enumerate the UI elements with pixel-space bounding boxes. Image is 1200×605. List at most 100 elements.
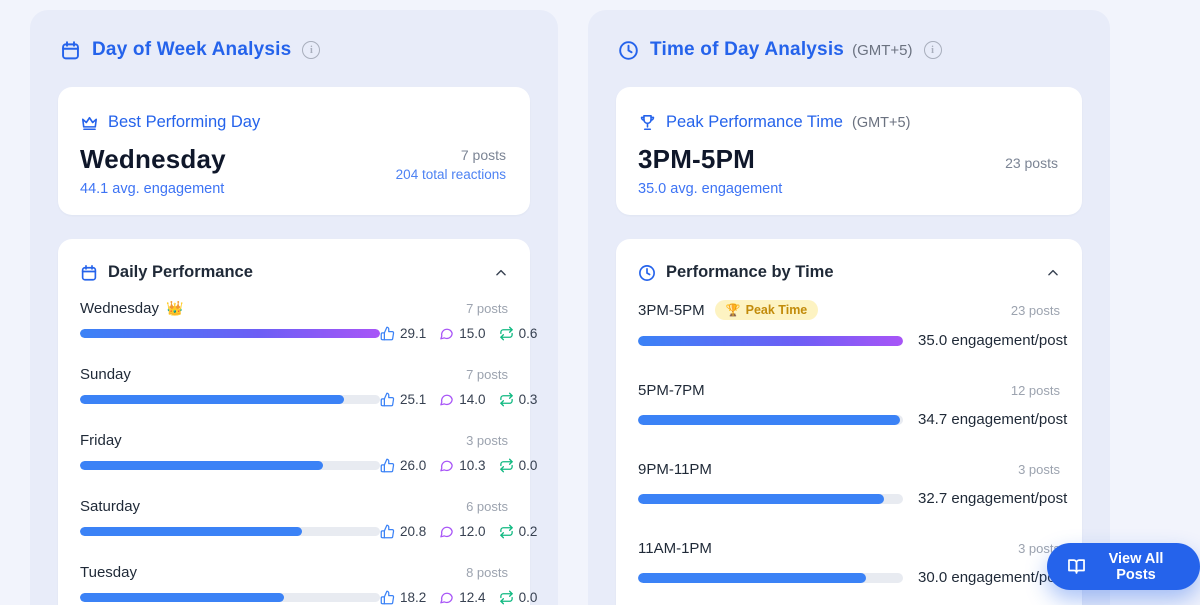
likes-stat: 26.0 <box>380 458 426 473</box>
time-performance-row: 5PM-7PM 12 posts 34.7 engagement/post <box>638 382 1067 428</box>
peak-time-posts: 23 posts <box>1005 155 1058 171</box>
section-title-performance-by-time: Performance by Time <box>666 263 834 281</box>
engagement-bar-track <box>80 329 380 338</box>
reposts-value: 0.3 <box>518 392 538 407</box>
comments-value: 12.0 <box>459 524 486 539</box>
reposts-stat: 0.6 <box>499 326 538 341</box>
time-label: 5PM-7PM <box>638 382 705 399</box>
panel-title: Time of Day Analysis <box>650 39 845 60</box>
repost-icon <box>499 524 514 539</box>
book-icon <box>1067 557 1086 576</box>
comments-stat: 12.4 <box>439 590 486 605</box>
comment-icon <box>439 458 454 473</box>
section-title-daily-performance: Daily Performance <box>108 263 253 281</box>
post-count: 6 posts <box>466 499 508 514</box>
day-label: Friday <box>80 432 122 449</box>
best-day-card: Best Performing Day Wednesday 44.1 avg. … <box>58 87 530 215</box>
timezone-label: (GMT+5) <box>852 41 913 59</box>
likes-value: 25.1 <box>400 392 427 407</box>
repost-icon <box>499 392 514 407</box>
thumbs-up-icon <box>380 590 395 605</box>
engagement-per-post: 34.7 engagement/post <box>918 411 1068 428</box>
view-all-posts-button[interactable]: View All Posts <box>1047 543 1200 590</box>
engagement-per-post: 35.0 engagement/post <box>918 332 1068 349</box>
likes-stat: 20.8 <box>380 524 426 539</box>
day-label: Saturday <box>80 498 141 515</box>
calendar-icon <box>60 40 81 61</box>
engagement-bar-track <box>638 572 903 583</box>
post-count: 8 posts <box>466 565 508 580</box>
info-icon[interactable]: i <box>923 41 942 59</box>
engagement-bar-track <box>80 461 380 470</box>
comments-value: 14.0 <box>459 392 486 407</box>
chevron-up-icon[interactable] <box>494 266 508 280</box>
best-day-posts: 7 posts <box>460 147 506 163</box>
thumbs-up-icon <box>380 524 395 539</box>
day-rows-list: Wednesday 👑 7 posts 29.1 15.0 0.6 Sunday… <box>80 300 537 605</box>
day-label: Sunday <box>80 366 131 383</box>
reposts-stat: 0.3 <box>499 392 538 407</box>
comments-stat: 12.0 <box>439 524 486 539</box>
comments-value: 12.4 <box>459 590 486 605</box>
time-performance-row: 3PM-5PM 🏆 Peak Time 23 posts 35.0 engage… <box>638 300 1067 349</box>
engagement-bar-track <box>638 335 903 346</box>
time-performance-row: 11AM-1PM 3 posts 30.0 engagement/post <box>638 540 1067 586</box>
likes-value: 29.1 <box>400 326 427 341</box>
thumbs-up-icon <box>380 458 395 473</box>
post-count: 23 posts <box>1010 302 1060 318</box>
day-of-week-header: Day of Week Analysis i <box>30 30 558 64</box>
reposts-value: 0.0 <box>518 458 538 473</box>
likes-value: 20.8 <box>400 524 427 539</box>
crown-icon: 👑 <box>165 300 184 316</box>
repost-icon <box>499 326 514 341</box>
reposts-value: 0.0 <box>518 590 538 605</box>
day-performance-row: Tuesday 8 posts 18.2 12.4 0.0 <box>80 564 537 605</box>
clock-icon <box>618 40 639 61</box>
post-count: 3 posts <box>466 433 508 448</box>
likes-stat: 29.1 <box>380 326 426 341</box>
peak-time-card: Peak Performance Time (GMT+5) 3PM-5PM 35… <box>616 87 1082 215</box>
engagement-bar-fill <box>638 414 901 425</box>
engagement-per-post: 30.0 engagement/post <box>918 569 1068 586</box>
post-count: 3 posts <box>1018 462 1060 477</box>
engagement-bar-track <box>80 395 380 404</box>
thumbs-up-icon <box>380 392 395 407</box>
comment-icon <box>439 524 454 539</box>
comments-stat: 14.0 <box>439 392 486 407</box>
engagement-bar-track <box>638 493 903 504</box>
post-count: 12 posts <box>1010 383 1060 398</box>
time-label: 9PM-11PM <box>638 461 712 478</box>
comment-icon <box>439 590 454 605</box>
time-label: 11AM-1PM <box>638 540 712 557</box>
comment-icon <box>439 326 454 341</box>
engagement-bar-fill <box>80 461 323 470</box>
engagement-bar-fill <box>638 493 885 504</box>
day-performance-row: Friday 3 posts 26.0 10.3 0.0 <box>80 432 537 473</box>
reposts-stat: 0.0 <box>499 590 538 605</box>
view-all-posts-label: View All Posts <box>1108 550 1164 583</box>
calendar-icon <box>80 264 98 282</box>
clock-icon <box>638 264 656 282</box>
reposts-value: 0.2 <box>518 524 538 539</box>
engagement-bar-fill <box>80 329 380 338</box>
day-label: Tuesday <box>80 564 137 581</box>
crown-icon <box>80 113 99 132</box>
reposts-stat: 0.0 <box>499 458 538 473</box>
engagement-bar-track <box>638 414 903 425</box>
timezone-label: (GMT+5) <box>852 114 911 131</box>
day-performance-row: Sunday 7 posts 25.1 14.0 0.3 <box>80 366 537 407</box>
reposts-value: 0.6 <box>518 326 538 341</box>
trophy-icon: 🏆 <box>725 303 741 317</box>
chevron-up-icon[interactable] <box>1046 266 1060 280</box>
repost-icon <box>499 590 514 605</box>
info-icon[interactable]: i <box>302 41 321 59</box>
likes-value: 26.0 <box>400 458 427 473</box>
day-performance-row: Saturday 6 posts 20.8 12.0 0.2 <box>80 498 537 539</box>
thumbs-up-icon <box>380 326 395 341</box>
engagement-per-post: 32.7 engagement/post <box>918 490 1068 507</box>
day-performance-row: Wednesday 👑 7 posts 29.1 15.0 0.6 <box>80 300 537 341</box>
best-day-engagement: 44.1 avg. engagement <box>80 181 225 197</box>
engagement-bar-track <box>80 527 380 536</box>
repost-icon <box>499 458 514 473</box>
time-of-day-panel: Time of Day Analysis (GMT+5) i Peak Perf… <box>588 10 1110 605</box>
